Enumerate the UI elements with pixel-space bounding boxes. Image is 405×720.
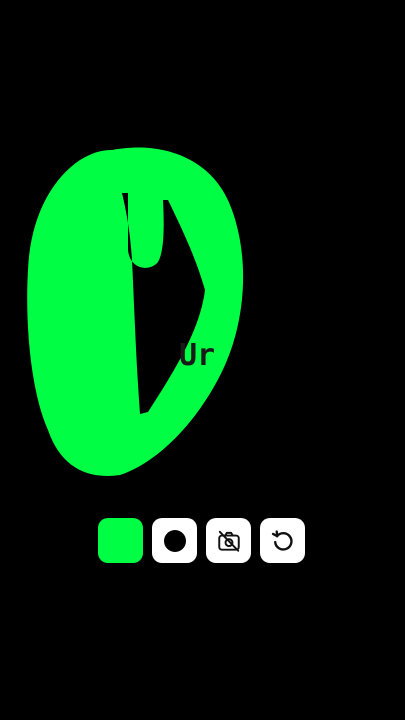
color-swatch-button[interactable] bbox=[98, 518, 143, 563]
overlay-text: Ur bbox=[179, 338, 216, 373]
brush-size-button[interactable] bbox=[152, 518, 197, 563]
camera-off-button[interactable] bbox=[206, 518, 251, 563]
drawing-toolbar bbox=[98, 518, 305, 563]
camera-off-icon bbox=[217, 530, 240, 552]
undo-icon bbox=[271, 529, 293, 551]
selected-green-swatch bbox=[98, 518, 143, 563]
green-brush-stroke bbox=[27, 147, 244, 476]
undo-button[interactable] bbox=[260, 518, 305, 563]
brush-size-icon bbox=[163, 529, 186, 552]
